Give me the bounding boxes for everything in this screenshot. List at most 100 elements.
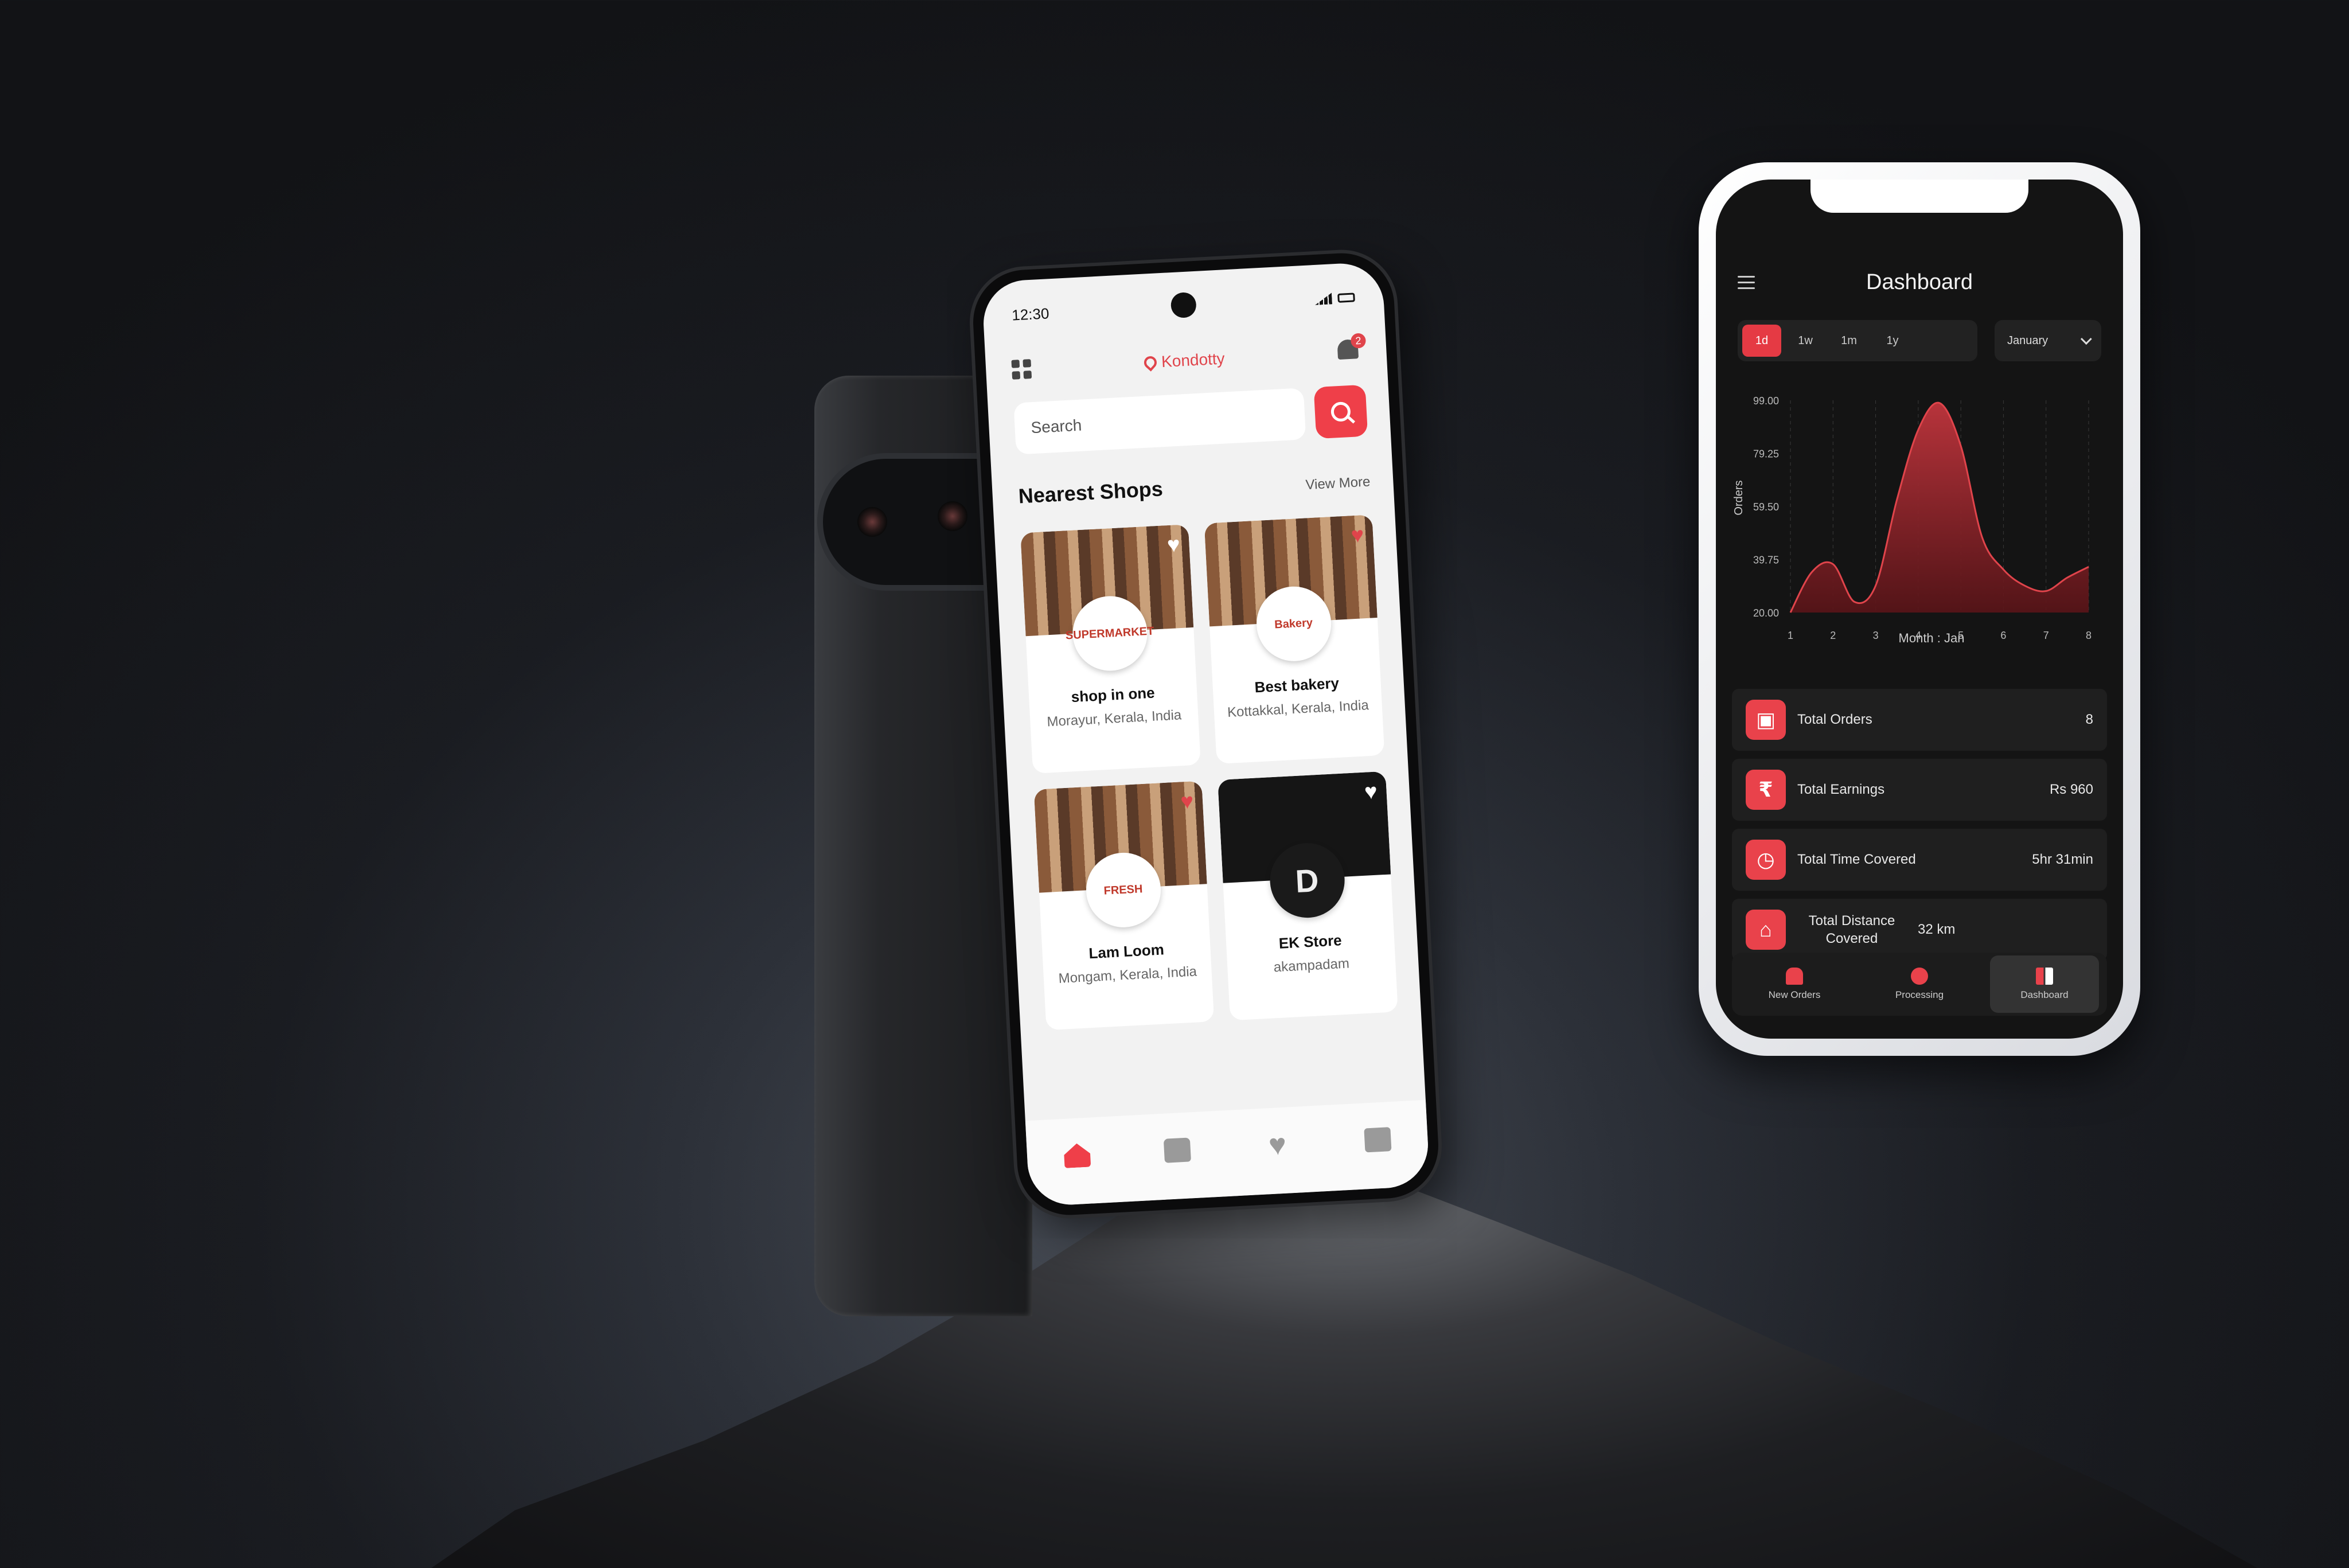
shop-phone: 12:30 Kondotty 2 Nearest Shops (970, 250, 1441, 1218)
status-time: 12:30 (1011, 304, 1050, 324)
dashboard-phone: Dashboard 1d 1w 1m 1y January 99.00 79.2… (1699, 162, 2140, 1056)
shop-card[interactable]: ♥ Bakery Best bakery Kottakkal, Kerala, … (1204, 514, 1385, 765)
stat-value: 5hr 31min (2032, 852, 2093, 867)
shop-name: Best bakery (1254, 674, 1340, 696)
compass-icon (1911, 968, 1928, 985)
menu-grid-icon[interactable] (1011, 359, 1032, 380)
nav-processing[interactable]: Processing (1865, 955, 1974, 1013)
x-axis-label: Month : Jan (1899, 631, 1965, 645)
favorite-heart-icon[interactable]: ♥ (1166, 533, 1181, 558)
box-icon[interactable] (1363, 1127, 1392, 1153)
shop-name: shop in one (1071, 684, 1156, 706)
search-icon (1330, 401, 1351, 422)
stat-value: 8 (2085, 712, 2093, 727)
clock-icon: ◷ (1746, 840, 1786, 880)
month-select[interactable]: January (1995, 320, 2101, 361)
stat-card-total-distance[interactable]: ⌂ Total Distance Covered 32 km (1732, 899, 2107, 961)
x-tick-label: 1 (1788, 630, 1793, 641)
nav-label: Processing (1895, 989, 1944, 1000)
y-tick-label: 39.75 (1753, 555, 1779, 566)
box-icon: ▣ (1746, 700, 1786, 740)
rupee-icon: ₹ (1746, 770, 1786, 810)
battery-icon (1337, 292, 1355, 303)
range-tab-1m[interactable]: 1m (1829, 325, 1868, 357)
location-label: Kondotty (1161, 349, 1226, 371)
rock-pedestal (401, 1153, 2294, 1568)
search-button[interactable] (1313, 384, 1368, 439)
range-controls: 1d 1w 1m 1y January (1738, 320, 2101, 361)
view-more-link[interactable]: View More (1305, 474, 1371, 493)
stat-value: 32 km (1918, 922, 1956, 937)
stat-card-total-orders[interactable]: ▣ Total Orders 8 (1732, 689, 2107, 751)
camera-lens-icon (857, 507, 887, 537)
month-select-value: January (2007, 334, 2048, 347)
stat-label: Total Orders (1797, 712, 1872, 728)
dashboard-header: Dashboard (1738, 270, 2101, 295)
app-header: Kondotty 2 (1011, 333, 1367, 387)
x-tick-label: 3 (1873, 630, 1879, 641)
favorite-heart-icon[interactable]: ♥ (1351, 523, 1365, 548)
stat-card-total-earnings[interactable]: ₹ Total Earnings Rs 960 (1732, 759, 2107, 821)
dashboard-screen: Dashboard 1d 1w 1m 1y January 99.00 79.2… (1716, 180, 2123, 1039)
notification-badge: 2 (1350, 333, 1367, 349)
orders-chart: 99.0079.2559.5039.7520.00 12345678 Month… (1733, 395, 2092, 645)
bell-icon (1786, 968, 1803, 985)
y-tick-label: 20.00 (1753, 607, 1779, 619)
x-tick-label: 2 (1830, 630, 1836, 641)
shop-name: Lam Loom (1088, 941, 1165, 962)
notification-button[interactable]: 2 (1337, 333, 1367, 365)
nav-label: Dashboard (2020, 989, 2069, 1000)
nav-new-orders[interactable]: New Orders (1740, 955, 1849, 1013)
x-tick-label: 8 (2086, 630, 2092, 641)
stat-value: Rs 960 (2049, 782, 2093, 797)
home-icon[interactable] (1063, 1143, 1091, 1168)
nav-dashboard[interactable]: Dashboard (1990, 955, 2099, 1013)
stat-card-total-time[interactable]: ◷ Total Time Covered 5hr 31min (1732, 829, 2107, 891)
dashboard-icon (2036, 968, 2053, 985)
bottom-nav: ♥ (1025, 1099, 1430, 1207)
section-title: Nearest Shops (1017, 477, 1164, 508)
location-selector[interactable]: Kondotty (1141, 349, 1226, 372)
range-tab-1y[interactable]: 1y (1873, 325, 1912, 357)
area-series (1790, 403, 2089, 613)
y-axis-label: Orders (1733, 480, 1745, 515)
y-tick-label: 79.25 (1753, 448, 1779, 460)
signal-icon (1314, 292, 1332, 305)
range-tabs: 1d 1w 1m 1y (1738, 320, 1977, 361)
stat-label: Total Time Covered (1797, 852, 1916, 868)
chevron-down-icon (2080, 333, 2092, 345)
shop-location: Kottakkal, Kerala, India (1227, 697, 1369, 720)
heart-icon[interactable]: ♥ (1263, 1128, 1291, 1163)
y-tick-label: 59.50 (1753, 501, 1779, 513)
favorite-heart-icon[interactable]: ♥ (1180, 789, 1194, 814)
search-bar (1013, 383, 1368, 457)
hamburger-menu-icon[interactable] (1738, 276, 1755, 289)
stat-label: Total Earnings (1797, 782, 1885, 798)
shop-location: Morayur, Kerala, India (1046, 707, 1182, 730)
search-input[interactable] (1013, 388, 1306, 455)
shop-card[interactable]: ♥ D EK Store akampadam (1218, 771, 1398, 1021)
shop-location: akampadam (1273, 955, 1350, 976)
phone-notch (1810, 180, 2028, 213)
favorite-heart-icon[interactable]: ♥ (1364, 780, 1378, 805)
section-header: Nearest Shops View More (1018, 466, 1371, 508)
range-tab-1d[interactable]: 1d (1742, 325, 1781, 357)
stats-list: ▣ Total Orders 8 ₹ Total Earnings Rs 960… (1732, 689, 2107, 969)
shop-screen: 12:30 Kondotty 2 Nearest Shops (981, 261, 1430, 1207)
shop-card[interactable]: ♥ SUPERMARKET shop in one Morayur, Keral… (1020, 524, 1201, 774)
shop-location: Mongam, Kerala, India (1058, 964, 1197, 987)
page-title: Dashboard (1866, 270, 1973, 294)
x-tick-label: 7 (2043, 630, 2049, 641)
camera-lens-icon (938, 501, 967, 531)
bag-icon[interactable] (1163, 1137, 1192, 1163)
range-tab-1w[interactable]: 1w (1786, 325, 1825, 357)
stat-label: Total Distance Covered (1808, 912, 1895, 946)
dashboard-bottom-nav: New Orders Processing Dashboard (1732, 953, 2107, 1016)
shop-card[interactable]: ♥ FRESH Lam Loom Mongam, Kerala, India (1033, 781, 1215, 1031)
map-icon: ⌂ (1746, 910, 1786, 950)
location-pin-icon (1141, 353, 1160, 372)
shop-name: EK Store (1278, 931, 1343, 952)
y-tick-label: 99.00 (1753, 395, 1779, 407)
nav-label: New Orders (1768, 989, 1821, 1000)
x-tick-label: 6 (2000, 630, 2006, 641)
